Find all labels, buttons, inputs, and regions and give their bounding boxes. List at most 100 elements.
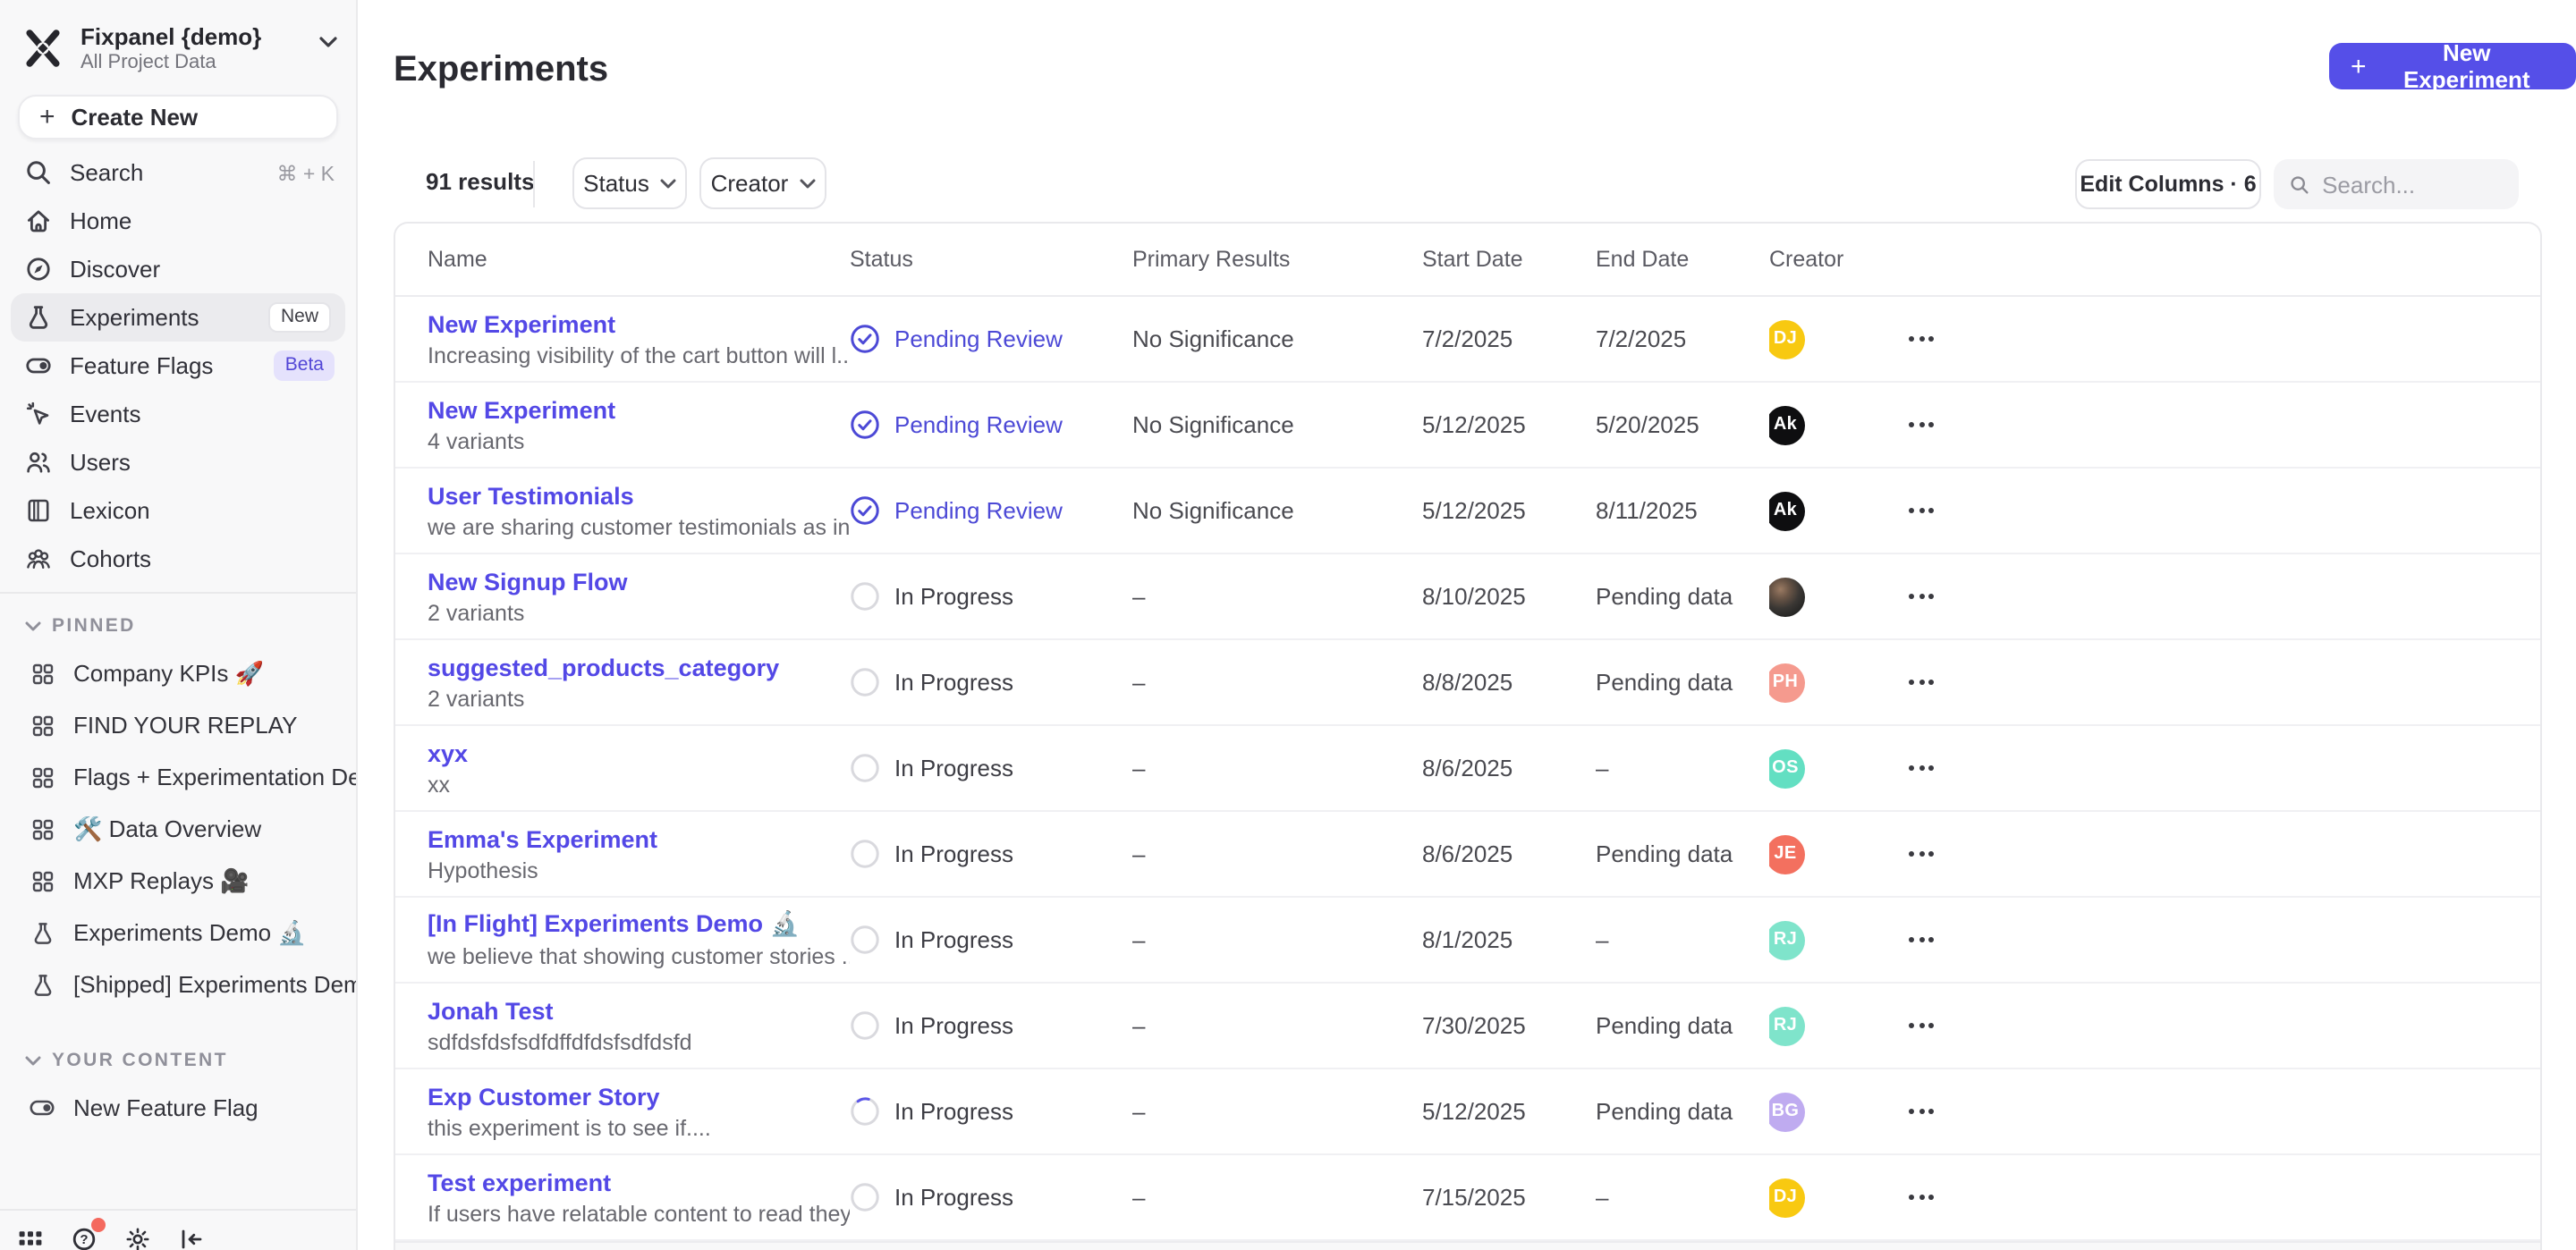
search-icon bbox=[2290, 173, 2309, 196]
beta-badge: Beta bbox=[275, 351, 335, 381]
experiment-subtitle: xx bbox=[428, 772, 850, 797]
pinned-section-header[interactable]: PINNED bbox=[0, 601, 356, 647]
experiment-name-link[interactable]: User Testimonials bbox=[428, 482, 850, 509]
sidebar-item-discover[interactable]: Discover bbox=[0, 245, 356, 293]
row-actions-button[interactable] bbox=[1909, 844, 1937, 864]
experiment-name-link[interactable]: Jonah Test bbox=[428, 997, 850, 1024]
creator-avatar[interactable]: JE bbox=[1769, 834, 1805, 874]
row-actions-button[interactable] bbox=[1909, 1187, 1937, 1207]
primary-results: – bbox=[1132, 755, 1422, 781]
creator-avatar[interactable]: PH bbox=[1769, 663, 1805, 702]
primary-results: – bbox=[1132, 1184, 1422, 1211]
creator-avatar[interactable]: DJ bbox=[1769, 319, 1805, 359]
row-actions-button[interactable] bbox=[1909, 501, 1937, 520]
creator-avatar[interactable]: Ak bbox=[1769, 491, 1805, 530]
start-date: 7/2/2025 bbox=[1422, 325, 1596, 352]
table-row: Jonah Testsdfdsfdsfsdfdffdfdsfsdfdsfd In… bbox=[395, 984, 2540, 1069]
svg-text:?: ? bbox=[80, 1232, 88, 1247]
creator-avatar[interactable]: OS bbox=[1769, 748, 1805, 788]
sidebar-item-home[interactable]: Home bbox=[0, 197, 356, 245]
experiment-name-link[interactable]: New Experiment bbox=[428, 310, 850, 337]
chevron-down-icon bbox=[318, 36, 338, 50]
row-actions-button[interactable] bbox=[1909, 1016, 1937, 1035]
sidebar-item-users[interactable]: Users bbox=[0, 438, 356, 486]
sidebar-item-events[interactable]: Events bbox=[0, 390, 356, 438]
experiment-subtitle: 2 variants bbox=[428, 686, 850, 711]
row-actions-button[interactable] bbox=[1909, 672, 1937, 692]
apps-grid-icon[interactable] bbox=[16, 1223, 45, 1250]
pinned-item-data-overview[interactable]: 🛠️ Data Overview bbox=[0, 803, 356, 855]
pinned-item-mxp-replays[interactable]: MXP Replays 🎥 bbox=[0, 855, 356, 907]
creator-filter-button[interactable]: Creator bbox=[699, 157, 826, 209]
pinned-item-flags-experimentation-demo[interactable]: Flags + Experimentation Demo bbox=[0, 751, 356, 803]
search-input[interactable] bbox=[2322, 171, 2503, 198]
collapse-sidebar-icon[interactable] bbox=[177, 1223, 206, 1250]
new-experiment-button[interactable]: + New Experiment bbox=[2329, 43, 2576, 89]
sidebar-item-lexicon[interactable]: Lexicon bbox=[0, 486, 356, 535]
column-header-status[interactable]: Status bbox=[850, 247, 1132, 272]
column-header-primary-results[interactable]: Primary Results bbox=[1132, 247, 1422, 272]
sidebar-divider bbox=[0, 592, 356, 594]
sidebar-footer: ? bbox=[0, 1209, 356, 1250]
in-progress-spinner-icon bbox=[850, 1096, 880, 1127]
create-new-button[interactable]: + Create New bbox=[18, 95, 338, 139]
pinned-item-company-kpis[interactable]: Company KPIs 🚀 bbox=[0, 647, 356, 699]
board-icon bbox=[29, 815, 55, 842]
page-title: Experiments bbox=[394, 50, 608, 91]
experiment-name-link[interactable]: Test experiment bbox=[428, 1169, 850, 1195]
your-content-item-new-feature-flag[interactable]: New Feature Flag bbox=[0, 1082, 356, 1134]
experiment-name-link[interactable]: New Signup Flow bbox=[428, 568, 850, 595]
row-actions-button[interactable] bbox=[1909, 415, 1937, 435]
pinned-item-experiments-demo[interactable]: Experiments Demo 🔬 bbox=[0, 907, 356, 959]
creator-avatar[interactable]: BG bbox=[1769, 1092, 1805, 1131]
experiment-name-link[interactable]: [In Flight] Experiments Demo 🔬 bbox=[428, 910, 850, 939]
pinned-item-shipped-experiments-demo[interactable]: [Shipped] Experiments Demo 🖊️ bbox=[0, 959, 356, 1010]
primary-results: – bbox=[1132, 1098, 1422, 1125]
workspace-switcher[interactable]: Fixpanel {demo} All Project Data bbox=[0, 0, 356, 75]
your-content-section-header[interactable]: YOUR CONTENT bbox=[0, 1035, 356, 1082]
chevron-down-icon bbox=[25, 1054, 41, 1067]
sidebar-item-cohorts[interactable]: Cohorts bbox=[0, 535, 356, 583]
edit-columns-button[interactable]: Edit Columns · 6 bbox=[2075, 159, 2261, 209]
compass-icon bbox=[25, 256, 52, 283]
row-actions-button[interactable] bbox=[1909, 1102, 1937, 1121]
in-progress-circle-icon bbox=[850, 667, 880, 697]
in-progress-circle-icon bbox=[850, 839, 880, 869]
end-date: Pending data bbox=[1596, 669, 1769, 696]
row-actions-button[interactable] bbox=[1909, 587, 1937, 606]
status-text: Pending Review bbox=[894, 325, 1063, 352]
creator-avatar[interactable]: RJ bbox=[1769, 1006, 1805, 1045]
gear-icon[interactable] bbox=[123, 1223, 152, 1250]
sidebar-item-feature-flags[interactable]: Feature Flags Beta bbox=[0, 342, 356, 390]
row-actions-button[interactable] bbox=[1909, 930, 1937, 950]
table-row: New Experiment4 variants Pending Review … bbox=[395, 383, 2540, 469]
column-header-name[interactable]: Name bbox=[428, 247, 850, 272]
status-text: In Progress bbox=[894, 926, 1013, 953]
sidebar-item-search[interactable]: Search ⌘ + K bbox=[0, 148, 356, 197]
status-filter-button[interactable]: Status bbox=[572, 157, 687, 209]
users-icon bbox=[25, 449, 52, 476]
experiment-name-link[interactable]: New Experiment bbox=[428, 396, 850, 423]
help-icon[interactable]: ? bbox=[70, 1223, 98, 1250]
end-date: 8/11/2025 bbox=[1596, 497, 1769, 524]
creator-avatar[interactable]: Ak bbox=[1769, 405, 1805, 444]
creator-avatar[interactable]: RJ bbox=[1769, 920, 1805, 959]
experiment-name-link[interactable]: suggested_products_category bbox=[428, 654, 850, 680]
primary-results: – bbox=[1132, 926, 1422, 953]
experiment-name-link[interactable]: xyx bbox=[428, 739, 850, 766]
row-actions-button[interactable] bbox=[1909, 329, 1937, 349]
row-actions-button[interactable] bbox=[1909, 758, 1937, 778]
column-header-creator[interactable]: Creator bbox=[1769, 247, 1909, 272]
pinned-item-find-your-replay[interactable]: FIND YOUR REPLAY bbox=[0, 699, 356, 751]
creator-avatar[interactable]: DJ bbox=[1769, 1178, 1805, 1217]
column-header-start-date[interactable]: Start Date bbox=[1422, 247, 1596, 272]
experiment-name-link[interactable]: Emma's Experiment bbox=[428, 825, 850, 852]
experiment-name-link[interactable]: Exp Customer Story bbox=[428, 1083, 850, 1110]
creator-avatar-photo[interactable] bbox=[1769, 577, 1805, 616]
table-search[interactable] bbox=[2274, 159, 2519, 209]
toolbar-divider bbox=[533, 161, 535, 207]
in-progress-circle-icon bbox=[850, 925, 880, 955]
search-shortcut: ⌘ + K bbox=[276, 160, 335, 185]
sidebar-item-experiments[interactable]: Experiments New bbox=[11, 293, 345, 342]
column-header-end-date[interactable]: End Date bbox=[1596, 247, 1769, 272]
